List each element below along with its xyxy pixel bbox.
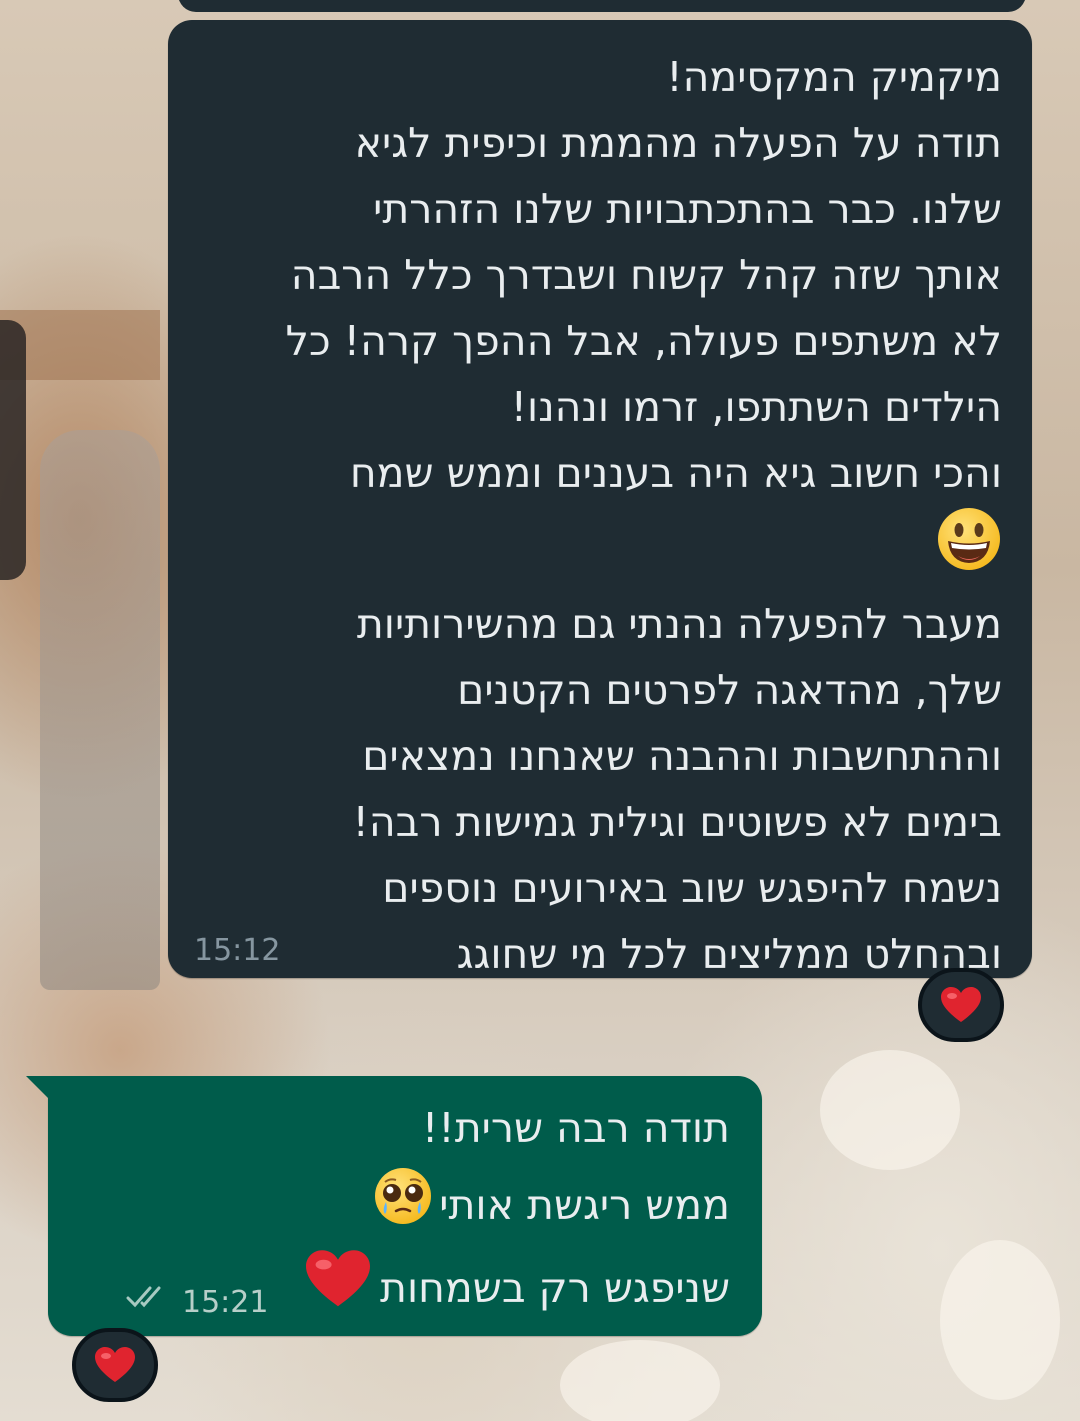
wallpaper-flower (820, 1050, 960, 1170)
red-heart-icon (306, 1250, 371, 1332)
grinning-face-icon (936, 506, 1002, 591)
wallpaper-flower (560, 1340, 720, 1421)
message-line: אותך שזה קהל קשוח ושבדרך כלל הרבה (290, 251, 1002, 299)
incoming-message-bubble[interactable]: מיקמיק המקסימה! תודה על הפעלה מהממת וכיפי… (168, 20, 1032, 978)
message-line: תודה רבה שרית!! (421, 1104, 730, 1152)
outgoing-reaction-badge[interactable] (72, 1328, 158, 1402)
incoming-message-text: מיקמיק המקסימה! תודה על הפעלה מהממת וכיפי… (202, 44, 1002, 987)
message-line: והכי חשוב גיא היה בעננים וממש שמח (349, 449, 1002, 497)
message-line: תודה על הפעלה מהממת וכיפית לגיא (354, 119, 1002, 167)
message-line: לא משתפים פעולה, אבל ההפך קרה! כל (285, 317, 1002, 365)
message-line: ובהחלט ממליצים לכל מי שחוגג (456, 930, 1002, 978)
incoming-reaction-badge[interactable] (918, 968, 1004, 1042)
message-line: ממש ריגשת אותי (439, 1181, 730, 1229)
message-line: וההתחשבות וההבנה שאנחנו נמצאים (362, 732, 1002, 780)
red-heart-icon (95, 1347, 135, 1383)
previous-message-bubble[interactable] (178, 0, 1026, 12)
message-line: שלנו. כבר בהתכתבויות שלנו הזהרתי (373, 185, 1002, 233)
wallpaper-chair (40, 430, 160, 990)
message-timestamp: 15:12 (194, 933, 281, 968)
message-line: מיקמיק המקסימה! (666, 53, 1002, 101)
pleading-face-icon (373, 1166, 433, 1250)
message-line: שניפגש רק בשמחות (380, 1264, 730, 1312)
message-line: מעבר להפעלה נהנתי גם מהשירותיות (356, 600, 1002, 648)
message-line: שלך, מהדאגה לפרטים הקטנים (457, 666, 1002, 714)
message-timestamp: 15:21 (182, 1285, 269, 1320)
outgoing-message-bubble[interactable]: תודה רבה שרית!! ממש ריגשת אותי שניפגש רק ב… (26, 1076, 762, 1336)
read-double-check-icon (126, 1284, 174, 1316)
message-line: בימים לא פשוטים וגילית גמישות רבה! (352, 798, 1002, 846)
message-line: הילדים השתתפו, זרמו ונהנו! (510, 383, 1002, 431)
red-heart-icon (941, 987, 981, 1023)
message-line: נשמח להיפגש שוב באירועים נוספים (382, 864, 1002, 912)
wallpaper-person (0, 320, 26, 580)
wallpaper-flower (940, 1240, 1060, 1400)
bubble-tail (26, 1076, 52, 1102)
